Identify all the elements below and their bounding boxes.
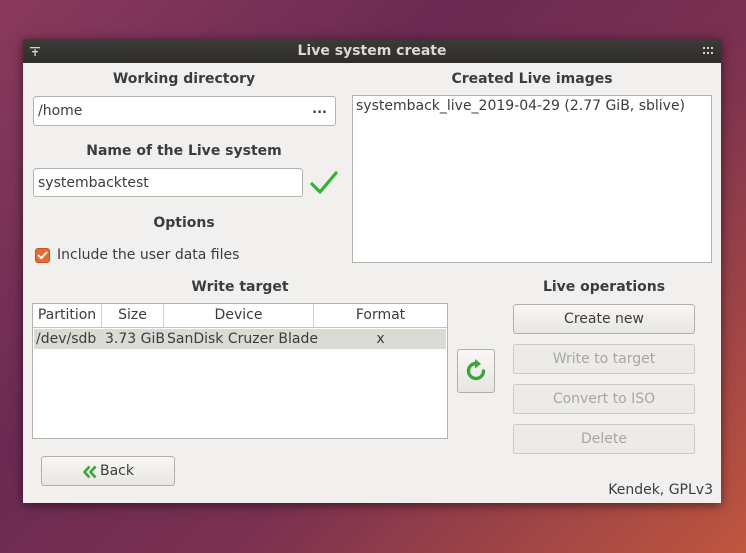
double-chevron-left-icon [83,465,97,479]
convert-to-iso-button[interactable]: Convert to ISO [513,384,695,414]
create-new-button[interactable]: Create new [513,304,695,334]
column-header-size[interactable]: Size [102,304,164,328]
footer-credit: Kendek, GPLv3 [608,482,713,498]
created-images-heading: Created Live images [451,71,613,87]
checkmark-icon [310,171,338,194]
live-system-create-window: Live system create Working directory /ho… [23,39,721,503]
column-header-partition[interactable]: Partition [33,304,102,328]
table-row[interactable]: /dev/sdb 3.73 GiB SanDisk Cruzer Blade x [34,329,446,349]
cell-size: 3.73 GiB [105,331,165,347]
write-to-target-button[interactable]: Write to target [513,344,695,374]
checkbox-check-icon [37,251,48,260]
back-button[interactable]: Back [41,456,175,486]
working-directory-value: /home [38,103,83,119]
created-images-list[interactable]: systemback_live_2019-04-29 (2.77 GiB, sb… [352,95,712,263]
options-heading: Options [153,215,215,231]
title-bar[interactable]: Live system create [23,39,721,63]
cell-device: SanDisk Cruzer Blade [167,331,319,347]
live-operations-heading: Live operations [542,279,666,295]
window-title: Live system create [297,43,447,59]
cell-format: x [376,331,385,347]
include-user-data-checkbox[interactable] [35,248,50,263]
write-target-table[interactable]: Partition Size Device Format /dev/sdb 3.… [32,303,448,439]
table-header: Partition Size Device Format [33,304,447,328]
list-item[interactable]: systemback_live_2019-04-29 (2.77 GiB, sb… [353,96,711,116]
live-name-value: systembacktest [38,174,149,191]
browse-button[interactable]: ... [312,102,327,117]
refresh-button[interactable] [457,349,495,393]
live-name-input[interactable]: systembacktest [33,168,303,197]
delete-button[interactable]: Delete [513,424,695,454]
live-name-heading: Name of the Live system [86,143,282,159]
grip-icon[interactable] [703,46,715,56]
column-header-format[interactable]: Format [314,304,447,328]
refresh-icon [466,359,486,381]
cell-partition: /dev/sdb [36,331,97,347]
include-user-data-label[interactable]: Include the user data files [57,247,239,263]
working-directory-field[interactable]: /home ... [33,96,336,126]
back-button-label: Back [100,463,134,479]
working-directory-heading: Working directory [112,71,256,87]
write-target-heading: Write target [191,279,289,295]
column-header-device[interactable]: Device [164,304,314,328]
